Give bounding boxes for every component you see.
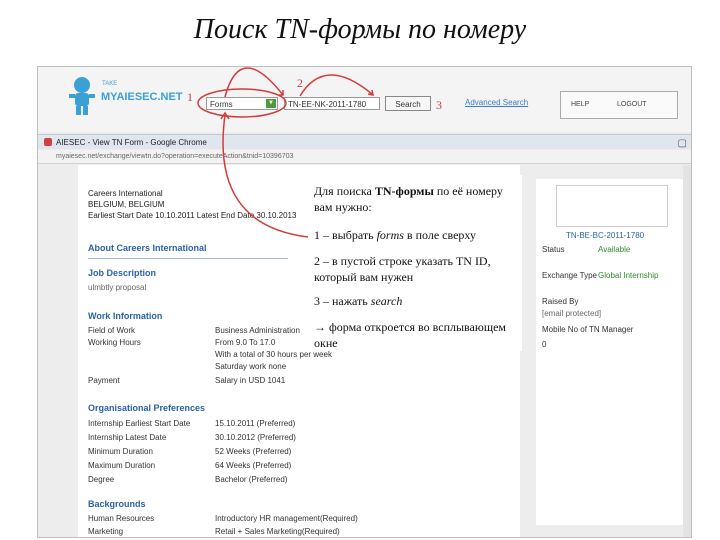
step-number-3: 3 bbox=[436, 98, 442, 112]
annotation-layer bbox=[197, 67, 374, 238]
arrow-step-2 bbox=[224, 67, 284, 98]
arrow-step-1 bbox=[222, 114, 309, 238]
arrow-step-3 bbox=[299, 74, 373, 97]
step-number-1: 1 bbox=[187, 90, 193, 104]
highlight-ellipse bbox=[197, 88, 287, 118]
step-number-2: 2 bbox=[297, 76, 303, 90]
